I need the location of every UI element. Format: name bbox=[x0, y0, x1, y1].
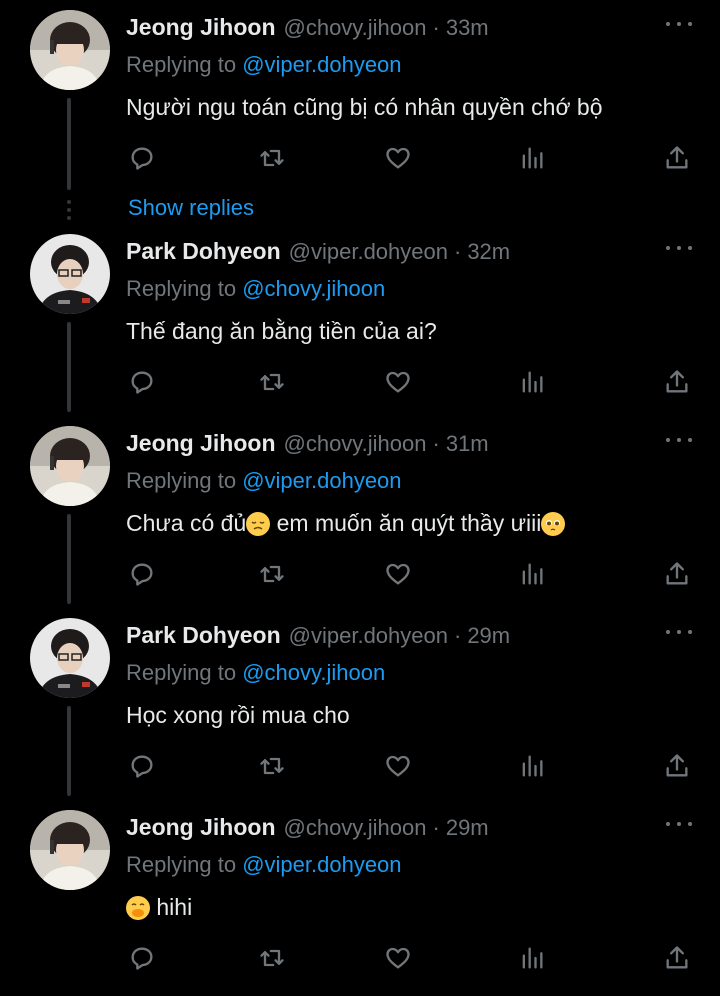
retweet-icon[interactable] bbox=[256, 140, 288, 176]
more-options-icon[interactable] bbox=[666, 18, 692, 30]
like-icon[interactable] bbox=[382, 140, 414, 176]
tweet-header: Jeong Jihoon @chovy.jihoon · 33m bbox=[126, 14, 489, 46]
separator: · bbox=[432, 815, 440, 840]
views-icon[interactable] bbox=[516, 940, 548, 976]
avatar[interactable] bbox=[30, 234, 110, 314]
timestamp[interactable]: 33m bbox=[446, 15, 489, 41]
tweet[interactable]: Jeong Jihoon @chovy.jihoon · 33m Replyin… bbox=[0, 0, 720, 192]
like-icon[interactable] bbox=[382, 556, 414, 592]
views-icon[interactable] bbox=[516, 364, 548, 400]
share-icon[interactable] bbox=[661, 556, 693, 592]
avatar[interactable] bbox=[30, 810, 110, 890]
views-icon[interactable] bbox=[516, 140, 548, 176]
timestamp[interactable]: 31m bbox=[446, 431, 489, 457]
avatar[interactable] bbox=[30, 10, 110, 90]
timestamp[interactable]: 29m bbox=[446, 815, 489, 841]
replying-to: Replying to @chovy.jihoon bbox=[126, 276, 385, 302]
more-options-icon[interactable] bbox=[666, 242, 692, 254]
tweet-header: Park Dohyeon @viper.dohyeon · 32m bbox=[126, 238, 510, 270]
mention-link[interactable]: @viper.dohyeon bbox=[242, 468, 401, 493]
mention-link[interactable]: @chovy.jihoon bbox=[242, 660, 385, 685]
tweet-actions bbox=[126, 140, 696, 176]
more-options-icon[interactable] bbox=[666, 626, 692, 638]
share-icon[interactable] bbox=[661, 140, 693, 176]
user-handle[interactable]: @viper.dohyeon bbox=[289, 239, 448, 265]
tweet[interactable]: Park Dohyeon @viper.dohyeon · 32m Replyi… bbox=[0, 224, 720, 416]
retweet-icon[interactable] bbox=[256, 748, 288, 784]
tweet[interactable]: Park Dohyeon @viper.dohyeon · 29m Replyi… bbox=[0, 608, 720, 800]
display-name[interactable]: Jeong Jihoon bbox=[126, 814, 276, 841]
tweet[interactable]: Jeong Jihoon @chovy.jihoon · 29m Replyin… bbox=[0, 800, 720, 992]
replying-to-prefix: Replying to bbox=[126, 852, 237, 877]
display-name[interactable]: Jeong Jihoon bbox=[126, 14, 276, 41]
reply-icon[interactable] bbox=[126, 364, 158, 400]
display-name[interactable]: Park Dohyeon bbox=[126, 622, 281, 649]
tweet-text: Thế đang ăn bằng tiền của ai? bbox=[126, 318, 437, 344]
more-options-icon[interactable] bbox=[666, 434, 692, 446]
separator: · bbox=[453, 239, 462, 264]
display-name[interactable]: Park Dohyeon bbox=[126, 238, 281, 265]
tweet-text: Người ngu toán cũng bị có nhân quyền chớ… bbox=[126, 94, 603, 120]
separator: · bbox=[453, 623, 462, 648]
tweet-text-part: em muốn ăn quýt thầy ưiii bbox=[270, 510, 542, 536]
like-icon[interactable] bbox=[382, 940, 414, 976]
tweet-actions bbox=[126, 940, 696, 976]
replying-to: Replying to @viper.dohyeon bbox=[126, 468, 402, 494]
separator: · bbox=[432, 431, 440, 456]
avatar[interactable] bbox=[30, 426, 110, 506]
timestamp[interactable]: 32m bbox=[467, 239, 510, 265]
replying-to-prefix: Replying to bbox=[126, 276, 237, 301]
reply-icon[interactable] bbox=[126, 748, 158, 784]
mention-link[interactable]: @chovy.jihoon bbox=[242, 276, 385, 301]
tweet-text-part: Chưa có đủ bbox=[126, 510, 247, 536]
tweet-actions bbox=[126, 364, 696, 400]
reply-icon[interactable] bbox=[126, 140, 158, 176]
mention-link[interactable]: @viper.dohyeon bbox=[242, 52, 401, 77]
thread-ellipsis bbox=[67, 200, 71, 220]
views-icon[interactable] bbox=[516, 748, 548, 784]
like-icon[interactable] bbox=[382, 364, 414, 400]
tweet-text-part: hihi bbox=[150, 894, 193, 920]
replying-to-prefix: Replying to bbox=[126, 660, 237, 685]
tweet-actions bbox=[126, 748, 696, 784]
tweet-header: Jeong Jihoon @chovy.jihoon · 29m bbox=[126, 814, 489, 846]
like-icon[interactable] bbox=[382, 748, 414, 784]
share-icon[interactable] bbox=[661, 364, 693, 400]
tweet-text: Học xong rồi mua cho bbox=[126, 702, 350, 728]
user-handle[interactable]: @chovy.jihoon bbox=[284, 815, 427, 841]
face-with-hand-over-mouth-icon bbox=[126, 895, 150, 920]
pleading-face-icon bbox=[541, 511, 566, 536]
retweet-icon[interactable] bbox=[256, 364, 288, 400]
replying-to-prefix: Replying to bbox=[126, 52, 237, 77]
retweet-icon[interactable] bbox=[256, 556, 288, 592]
retweet-icon[interactable] bbox=[256, 940, 288, 976]
tweet-text: Chưa có đủ em muốn ăn quýt thầy ưiii bbox=[126, 510, 566, 537]
replying-to: Replying to @viper.dohyeon bbox=[126, 52, 402, 78]
tweet-header: Park Dohyeon @viper.dohyeon · 29m bbox=[126, 622, 510, 654]
show-replies-link[interactable]: Show replies bbox=[128, 195, 254, 221]
replying-to-prefix: Replying to bbox=[126, 468, 237, 493]
separator: · bbox=[432, 15, 440, 40]
avatar[interactable] bbox=[30, 618, 110, 698]
share-icon[interactable] bbox=[661, 940, 693, 976]
tweet-header: Jeong Jihoon @chovy.jihoon · 31m bbox=[126, 430, 489, 462]
timestamp[interactable]: 29m bbox=[467, 623, 510, 649]
display-name[interactable]: Jeong Jihoon bbox=[126, 430, 276, 457]
reply-icon[interactable] bbox=[126, 940, 158, 976]
tweet-actions bbox=[126, 556, 696, 592]
disappointed-face-icon bbox=[246, 511, 271, 536]
reply-icon[interactable] bbox=[126, 556, 158, 592]
reply-thread: Show replies Jeong Jihoon @chovy.jihoon … bbox=[0, 0, 720, 996]
replying-to: Replying to @chovy.jihoon bbox=[126, 660, 385, 686]
mention-link[interactable]: @viper.dohyeon bbox=[242, 852, 401, 877]
user-handle[interactable]: @chovy.jihoon bbox=[284, 431, 427, 457]
user-handle[interactable]: @chovy.jihoon bbox=[284, 15, 427, 41]
replying-to: Replying to @viper.dohyeon bbox=[126, 852, 402, 878]
tweet-text: hihi bbox=[126, 894, 192, 921]
user-handle[interactable]: @viper.dohyeon bbox=[289, 623, 448, 649]
share-icon[interactable] bbox=[661, 748, 693, 784]
views-icon[interactable] bbox=[516, 556, 548, 592]
more-options-icon[interactable] bbox=[666, 818, 692, 830]
tweet[interactable]: Jeong Jihoon @chovy.jihoon · 31m Replyin… bbox=[0, 416, 720, 608]
